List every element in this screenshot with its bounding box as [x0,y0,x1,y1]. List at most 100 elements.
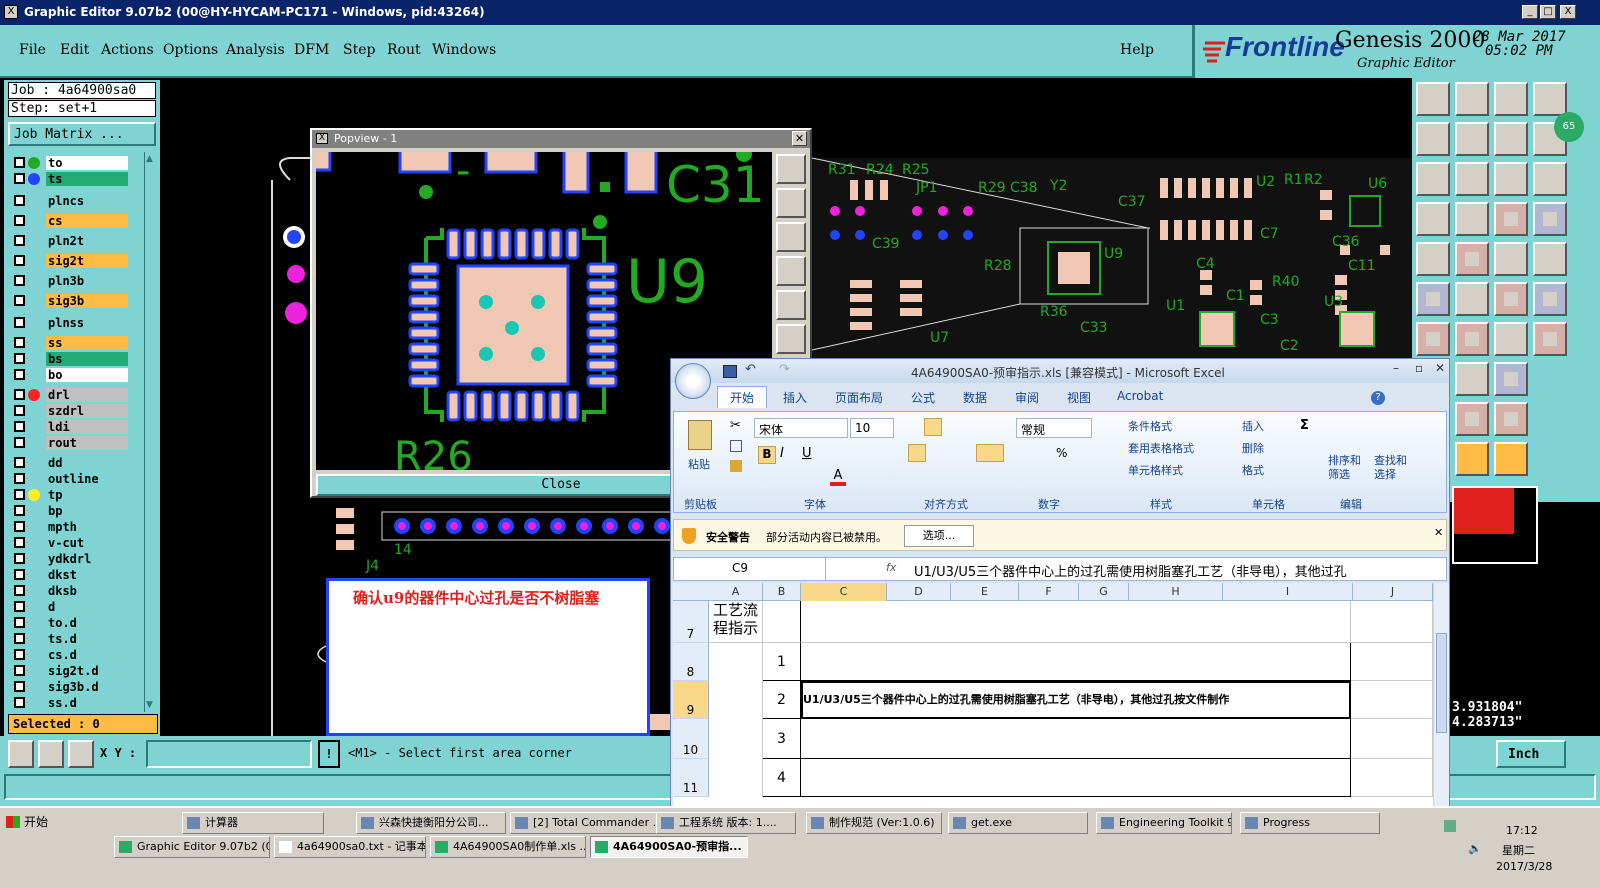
save-icon[interactable] [723,365,737,378]
move-icon[interactable] [1455,82,1489,116]
xingsen-task[interactable]: 兴森快捷衡阳分公司... [356,812,506,834]
arrow-blue-icon[interactable] [1533,282,1567,316]
bold-button[interactable]: B [758,446,776,464]
pan-right-icon[interactable] [776,290,806,320]
layer-name[interactable]: dd [46,456,128,470]
layer-name[interactable]: dkst [46,568,128,582]
arrow-red-icon[interactable] [1494,282,1528,316]
layer-checkbox[interactable] [14,649,25,660]
menu-edit[interactable]: Edit [60,42,89,58]
cursor3-icon[interactable] [1494,442,1528,476]
cell-j[interactable] [1351,681,1433,719]
layer-name[interactable]: dksb [46,584,128,598]
column-header[interactable]: A [709,583,763,601]
layer-checkbox[interactable] [14,457,25,468]
cell-a[interactable] [709,681,763,719]
column-header[interactable]: B [763,583,801,601]
layer-checkbox[interactable] [14,215,25,226]
close-button[interactable]: X [1560,5,1576,19]
align-left-icon[interactable] [908,444,926,462]
layer-name[interactable]: to [46,156,128,170]
layer-checkbox[interactable] [14,195,25,206]
column-header[interactable]: F [1019,583,1079,601]
cell-a[interactable] [709,643,763,681]
layers-red-icon[interactable] [1494,202,1528,236]
layer-checkbox[interactable] [14,537,25,548]
layer-checkbox[interactable] [14,681,25,692]
layers-blue-icon[interactable] [1533,202,1567,236]
layer-name[interactable]: mpth [46,520,128,534]
sort-filter-button[interactable]: 排序和筛选 [1328,454,1362,482]
name-box[interactable]: C9 [674,558,826,580]
paste-icon[interactable] [688,420,712,450]
layer-name[interactable]: ts [46,172,128,186]
line-red-icon[interactable] [1416,322,1450,356]
cell-b[interactable]: 3 [763,719,801,759]
engineering-system-task[interactable]: 工程系统 版本: 1.... [656,812,796,834]
layer-row[interactable]: to [14,156,134,170]
ribbon-tab-insert[interactable]: 插入 [783,389,807,406]
layer-row[interactable]: dkst [14,568,134,582]
sum-icon[interactable]: Σ [1300,418,1309,433]
italic-button[interactable]: I [780,446,784,461]
font-color-icon[interactable]: A [830,468,846,486]
layer-row[interactable]: bs [14,352,134,366]
layer-checkbox[interactable] [14,601,25,612]
engineering-toolkit-task[interactable]: Engineering Toolkit 9.... [1096,812,1232,834]
layer-row[interactable]: ydkdrl [14,552,134,566]
vertical-scrollbar[interactable] [1433,583,1449,807]
layer-checkbox[interactable] [14,489,25,500]
scale-icon[interactable] [1494,162,1528,196]
layer-checkbox[interactable] [14,389,25,400]
layer-name[interactable]: bo [46,368,128,382]
layer-name[interactable]: rout [46,436,128,450]
table-format-button[interactable]: 套用表格格式 [1128,440,1194,456]
layer-checkbox[interactable] [14,295,25,306]
grid-icon[interactable] [1455,202,1489,236]
layer-row[interactable]: ldi [14,420,134,434]
layer-checkbox[interactable] [14,369,25,380]
calculator-task[interactable]: 计算器 [182,812,324,834]
cell-c-merged[interactable] [801,643,1351,681]
import-icon[interactable] [1416,122,1450,156]
layer-row[interactable]: v-cut [14,536,134,550]
layer-name[interactable]: to.d [46,616,128,630]
cell-c-merged[interactable]: U1/U3/U5三个器件中心上的过孔需使用树脂塞孔工艺（非导电），其他过孔按文件… [801,681,1351,719]
ribbon-tab-review[interactable]: 审阅 [1015,389,1039,406]
layer-checkbox[interactable] [14,157,25,168]
office-button[interactable] [675,363,711,399]
menu-analysis[interactable]: Analysis [226,42,285,58]
find-select-button[interactable]: 查找和选择 [1374,454,1408,482]
options-button[interactable]: 选项... [904,525,974,547]
sheet-grid[interactable]: A B C D E F G H I J 7 工艺流程指示 8 1 9 2 U1/U3/U5三个器件中心上的过孔需… [673,583,1433,807]
menu-help[interactable]: Help [1120,42,1154,58]
snap-icon[interactable] [8,740,34,768]
layer-name[interactable]: sig3b [46,294,128,308]
conditional-format-button[interactable]: 条件格式 [1128,418,1172,434]
layer-checkbox[interactable] [14,235,25,246]
layer-name[interactable]: cs [46,214,128,228]
menu-options[interactable]: Options [163,42,218,58]
layer-row[interactable]: sig2t [14,254,134,268]
ribbon-tab-data[interactable]: 数据 [963,389,987,406]
ribbon-tab-acrobat[interactable]: Acrobat [1117,389,1163,403]
cell-b[interactable] [763,601,801,643]
column-header[interactable]: J [1353,583,1433,601]
graphic-editor-task[interactable]: Graphic Editor 9.07b2 (0... [114,836,270,858]
menu-rout[interactable]: Rout [387,42,421,58]
excel-close-button[interactable]: ✕ [1435,361,1445,375]
layer-row[interactable]: mpth [14,520,134,534]
layer-checkbox[interactable] [14,617,25,628]
cell-c-merged[interactable] [801,759,1351,797]
size-select[interactable]: 10 [850,418,894,438]
help-icon[interactable]: ? [1371,391,1385,405]
layer-name[interactable]: pln2t [46,234,128,248]
layer-row[interactable]: tp [14,488,134,502]
layer-name[interactable]: cs.d [46,648,128,662]
align-center-icon[interactable] [924,418,942,436]
text-red-icon[interactable] [1533,322,1567,356]
alert-icon[interactable]: ! [318,740,340,768]
cell-j[interactable] [1351,643,1433,681]
menu-file[interactable]: File [19,42,46,58]
layer-name[interactable]: ss.d [46,696,128,710]
